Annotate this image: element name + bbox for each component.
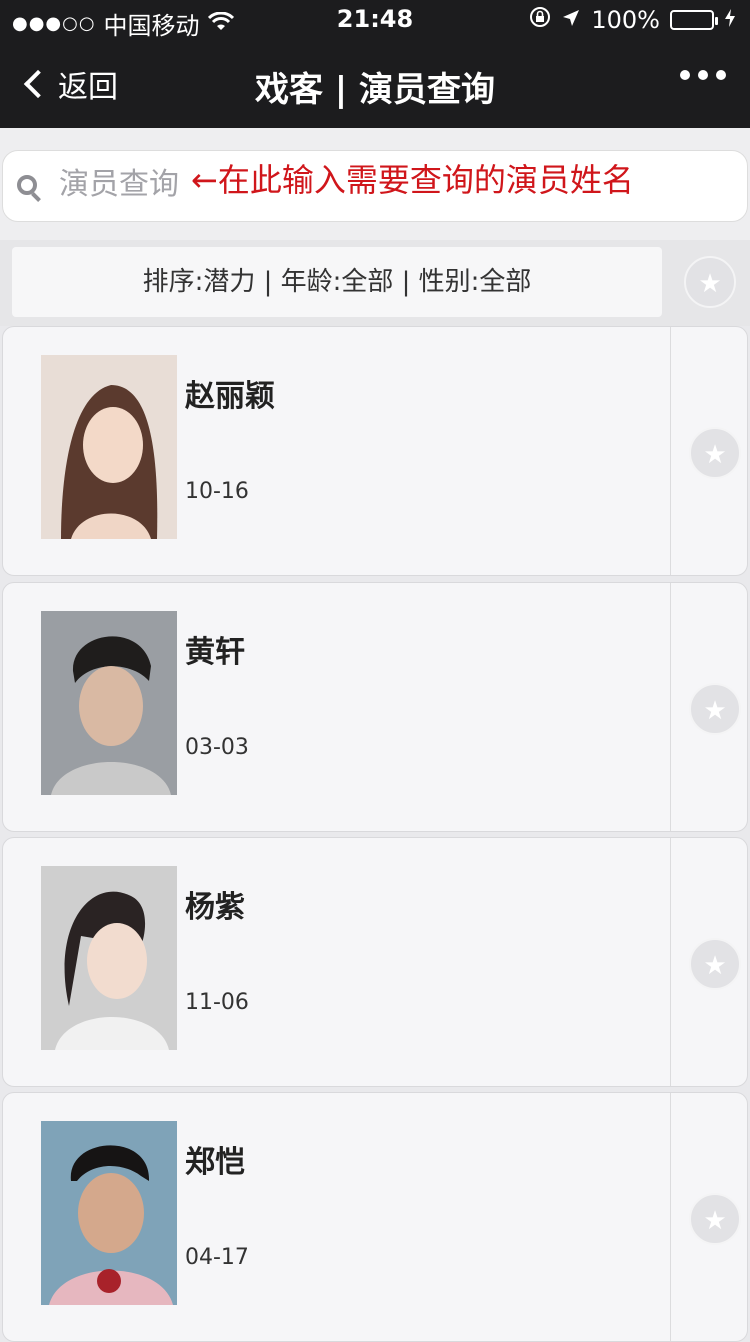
star-icon[interactable]: ★ — [689, 683, 741, 735]
filter-button[interactable]: 排序:潜力 | 年龄:全部 | 性别:全部 — [12, 247, 662, 317]
actor-card-main[interactable]: 郑恺 04-17 — [3, 1093, 671, 1341]
list-item[interactable]: 黄轩 03-03 ★ — [2, 582, 748, 832]
actor-date: 04-17 — [185, 1245, 249, 1270]
nav-bar: 返回 戏客 | 演员查询 — [0, 40, 750, 128]
filter-row: 排序:潜力 | 年龄:全部 | 性别:全部 ★ — [0, 240, 750, 326]
actor-date: 03-03 — [185, 735, 249, 760]
search-box[interactable]: ←在此输入需要查询的演员姓名 — [2, 150, 748, 222]
list-item[interactable]: 杨紫 11-06 ★ — [2, 837, 748, 1087]
search-annotation: ←在此输入需要查询的演员姓名 — [191, 161, 634, 199]
more-dots-icon[interactable] — [680, 70, 726, 80]
page-title: 戏客 | 演员查询 — [254, 70, 496, 110]
actor-date: 10-16 — [185, 479, 249, 504]
status-bar: ●●●○○ 中国移动 21:48 100% — [0, 0, 750, 40]
actor-name: 杨紫 — [185, 890, 245, 925]
actor-name: 郑恺 — [185, 1145, 245, 1180]
location-arrow-icon — [561, 6, 581, 34]
star-icon[interactable]: ★ — [689, 938, 741, 990]
charging-icon — [724, 6, 736, 34]
star-icon[interactable]: ★ — [689, 1193, 741, 1245]
actor-photo — [41, 866, 177, 1050]
actor-card-main[interactable]: 赵丽颖 10-16 — [3, 327, 671, 575]
battery-icon — [670, 10, 718, 30]
list-item[interactable]: 赵丽颖 10-16 ★ — [2, 326, 748, 576]
actor-date: 11-06 — [185, 990, 249, 1015]
battery-percent: 100% — [591, 6, 660, 34]
rotation-lock-icon — [529, 6, 551, 34]
actor-card-main[interactable]: 黄轩 03-03 — [3, 583, 671, 831]
actor-photo — [41, 611, 177, 795]
favorites-star-icon[interactable]: ★ — [684, 256, 736, 308]
actor-name: 黄轩 — [185, 635, 245, 670]
actor-card-main[interactable]: 杨紫 11-06 — [3, 838, 671, 1086]
actor-photo — [41, 1121, 177, 1305]
star-icon[interactable]: ★ — [689, 427, 741, 479]
search-input[interactable] — [59, 161, 199, 207]
search-area: ←在此输入需要查询的演员姓名 — [0, 128, 750, 240]
search-icon — [17, 175, 37, 195]
status-right: 100% — [529, 6, 736, 34]
actor-photo — [41, 355, 177, 539]
actor-name: 赵丽颖 — [185, 379, 275, 414]
list-item[interactable]: 郑恺 04-17 ★ — [2, 1092, 748, 1342]
